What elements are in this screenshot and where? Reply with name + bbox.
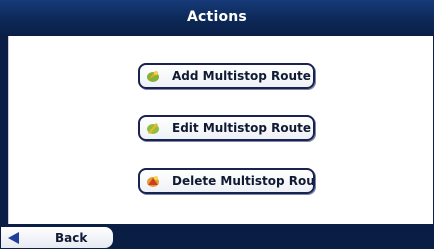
title-bar: Actions xyxy=(0,0,434,34)
delete-multistop-route-label: Delete Multistop Route xyxy=(172,174,315,188)
edit-multistop-route-label: Edit Multistop Route xyxy=(172,121,312,135)
add-multistop-route-button[interactable]: Add Multistop Route xyxy=(138,63,315,89)
back-button[interactable]: Back xyxy=(1,227,113,248)
app-window: Actions Add Multistop Route Edit Multist… xyxy=(0,0,434,249)
edit-multistop-route-button[interactable]: Edit Multistop Route xyxy=(138,115,315,141)
left-arrow-icon xyxy=(8,231,19,244)
bottom-bar: Back xyxy=(0,226,434,249)
actions-panel: Add Multistop Route Edit Multistop Route… xyxy=(8,36,433,224)
delete-multistop-route-button[interactable]: Delete Multistop Route xyxy=(138,168,315,194)
edit-route-icon xyxy=(147,123,159,134)
delete-route-icon xyxy=(147,176,159,187)
page-title: Actions xyxy=(187,9,247,25)
back-label: Back xyxy=(55,230,88,245)
add-route-icon xyxy=(147,71,159,82)
add-multistop-route-label: Add Multistop Route xyxy=(172,69,311,83)
